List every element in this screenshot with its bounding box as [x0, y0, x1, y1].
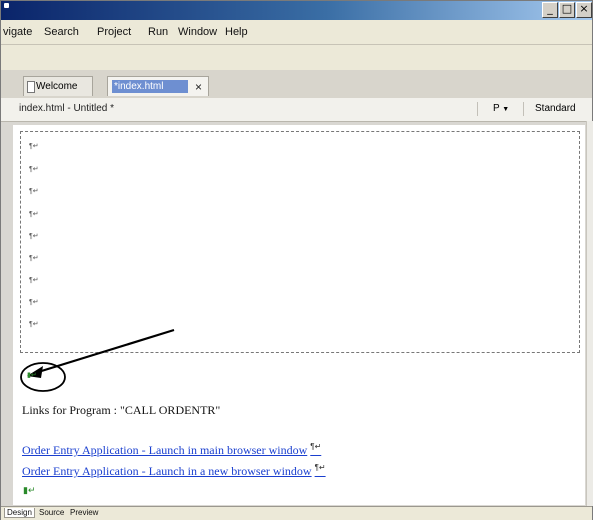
app-icon: [4, 3, 9, 8]
vertical-scrollbar[interactable]: [586, 121, 593, 506]
link-text[interactable]: Order Entry Application - Launch in a ne…: [22, 464, 312, 478]
menu-run[interactable]: Run: [148, 26, 168, 38]
editor-tab-row: Welcome *index.html ×: [1, 70, 592, 99]
menu-project[interactable]: Project: [97, 26, 131, 38]
menu-navigate[interactable]: vigate: [3, 26, 32, 38]
title-bar[interactable]: _ □ ×: [1, 1, 592, 20]
close-window-button[interactable]: ×: [576, 2, 592, 18]
paragraph-marker: ¶↵: [314, 463, 326, 472]
order-entry-new-window-link[interactable]: Order Entry Application - Launch in a ne…: [22, 463, 326, 479]
menu-help[interactable]: Help: [225, 26, 248, 38]
divider: [477, 102, 478, 116]
tab-preview[interactable]: Preview: [68, 508, 100, 517]
document-path: index.html - Untitled *: [19, 103, 115, 114]
annotation-arrow: [20, 328, 175, 392]
tab-index-html[interactable]: *index.html ×: [107, 76, 209, 96]
menu-search[interactable]: Search: [44, 26, 79, 38]
tab-index-label: *index.html: [112, 80, 188, 93]
tab-source[interactable]: Source: [37, 508, 66, 517]
minimize-button[interactable]: _: [542, 2, 558, 18]
link-text[interactable]: Order Entry Application - Launch in main…: [22, 443, 307, 457]
tab-welcome-label: Welcome: [36, 81, 78, 92]
menu-bar: vigate Search Project Run Window Help: [1, 20, 592, 44]
toolbar: [1, 44, 592, 71]
order-entry-main-link[interactable]: Order Entry Application - Launch in main…: [22, 442, 321, 458]
window-controls: _ □ ×: [541, 2, 592, 18]
links-heading: Links for Program : "CALL ORDENTR": [22, 403, 221, 417]
paragraph-label: P: [493, 103, 500, 114]
view-tabs: Design Source Preview: [1, 506, 592, 520]
cursor-marker: ▮↵: [27, 372, 37, 379]
paragraph-marker: ¶↵: [310, 442, 322, 451]
tab-design[interactable]: Design: [4, 508, 35, 518]
design-canvas[interactable]: ¶↵ ¶↵ ¶↵ ¶↵ ¶↵ ¶↵ ¶↵ ¶↵ ¶↵ ▮↵ Links for …: [13, 125, 585, 505]
maximize-button[interactable]: □: [559, 2, 575, 18]
path-bar: index.html - Untitled * P ▼ Standard: [1, 98, 592, 122]
paragraph-format-dropdown[interactable]: P ▼: [493, 103, 509, 114]
tab-welcome[interactable]: Welcome: [23, 76, 93, 96]
page-icon: [27, 81, 35, 93]
style-dropdown[interactable]: Standard: [535, 103, 576, 114]
menu-window[interactable]: Window: [178, 26, 217, 38]
text-cursor: ▮↵: [23, 485, 36, 495]
ide-window: _ □ × vigate Search Project Run Window Hel…: [0, 0, 593, 520]
divider: [523, 102, 524, 116]
chevron-down-icon: ▼: [502, 106, 510, 113]
close-tab-icon[interactable]: ×: [195, 77, 202, 97]
